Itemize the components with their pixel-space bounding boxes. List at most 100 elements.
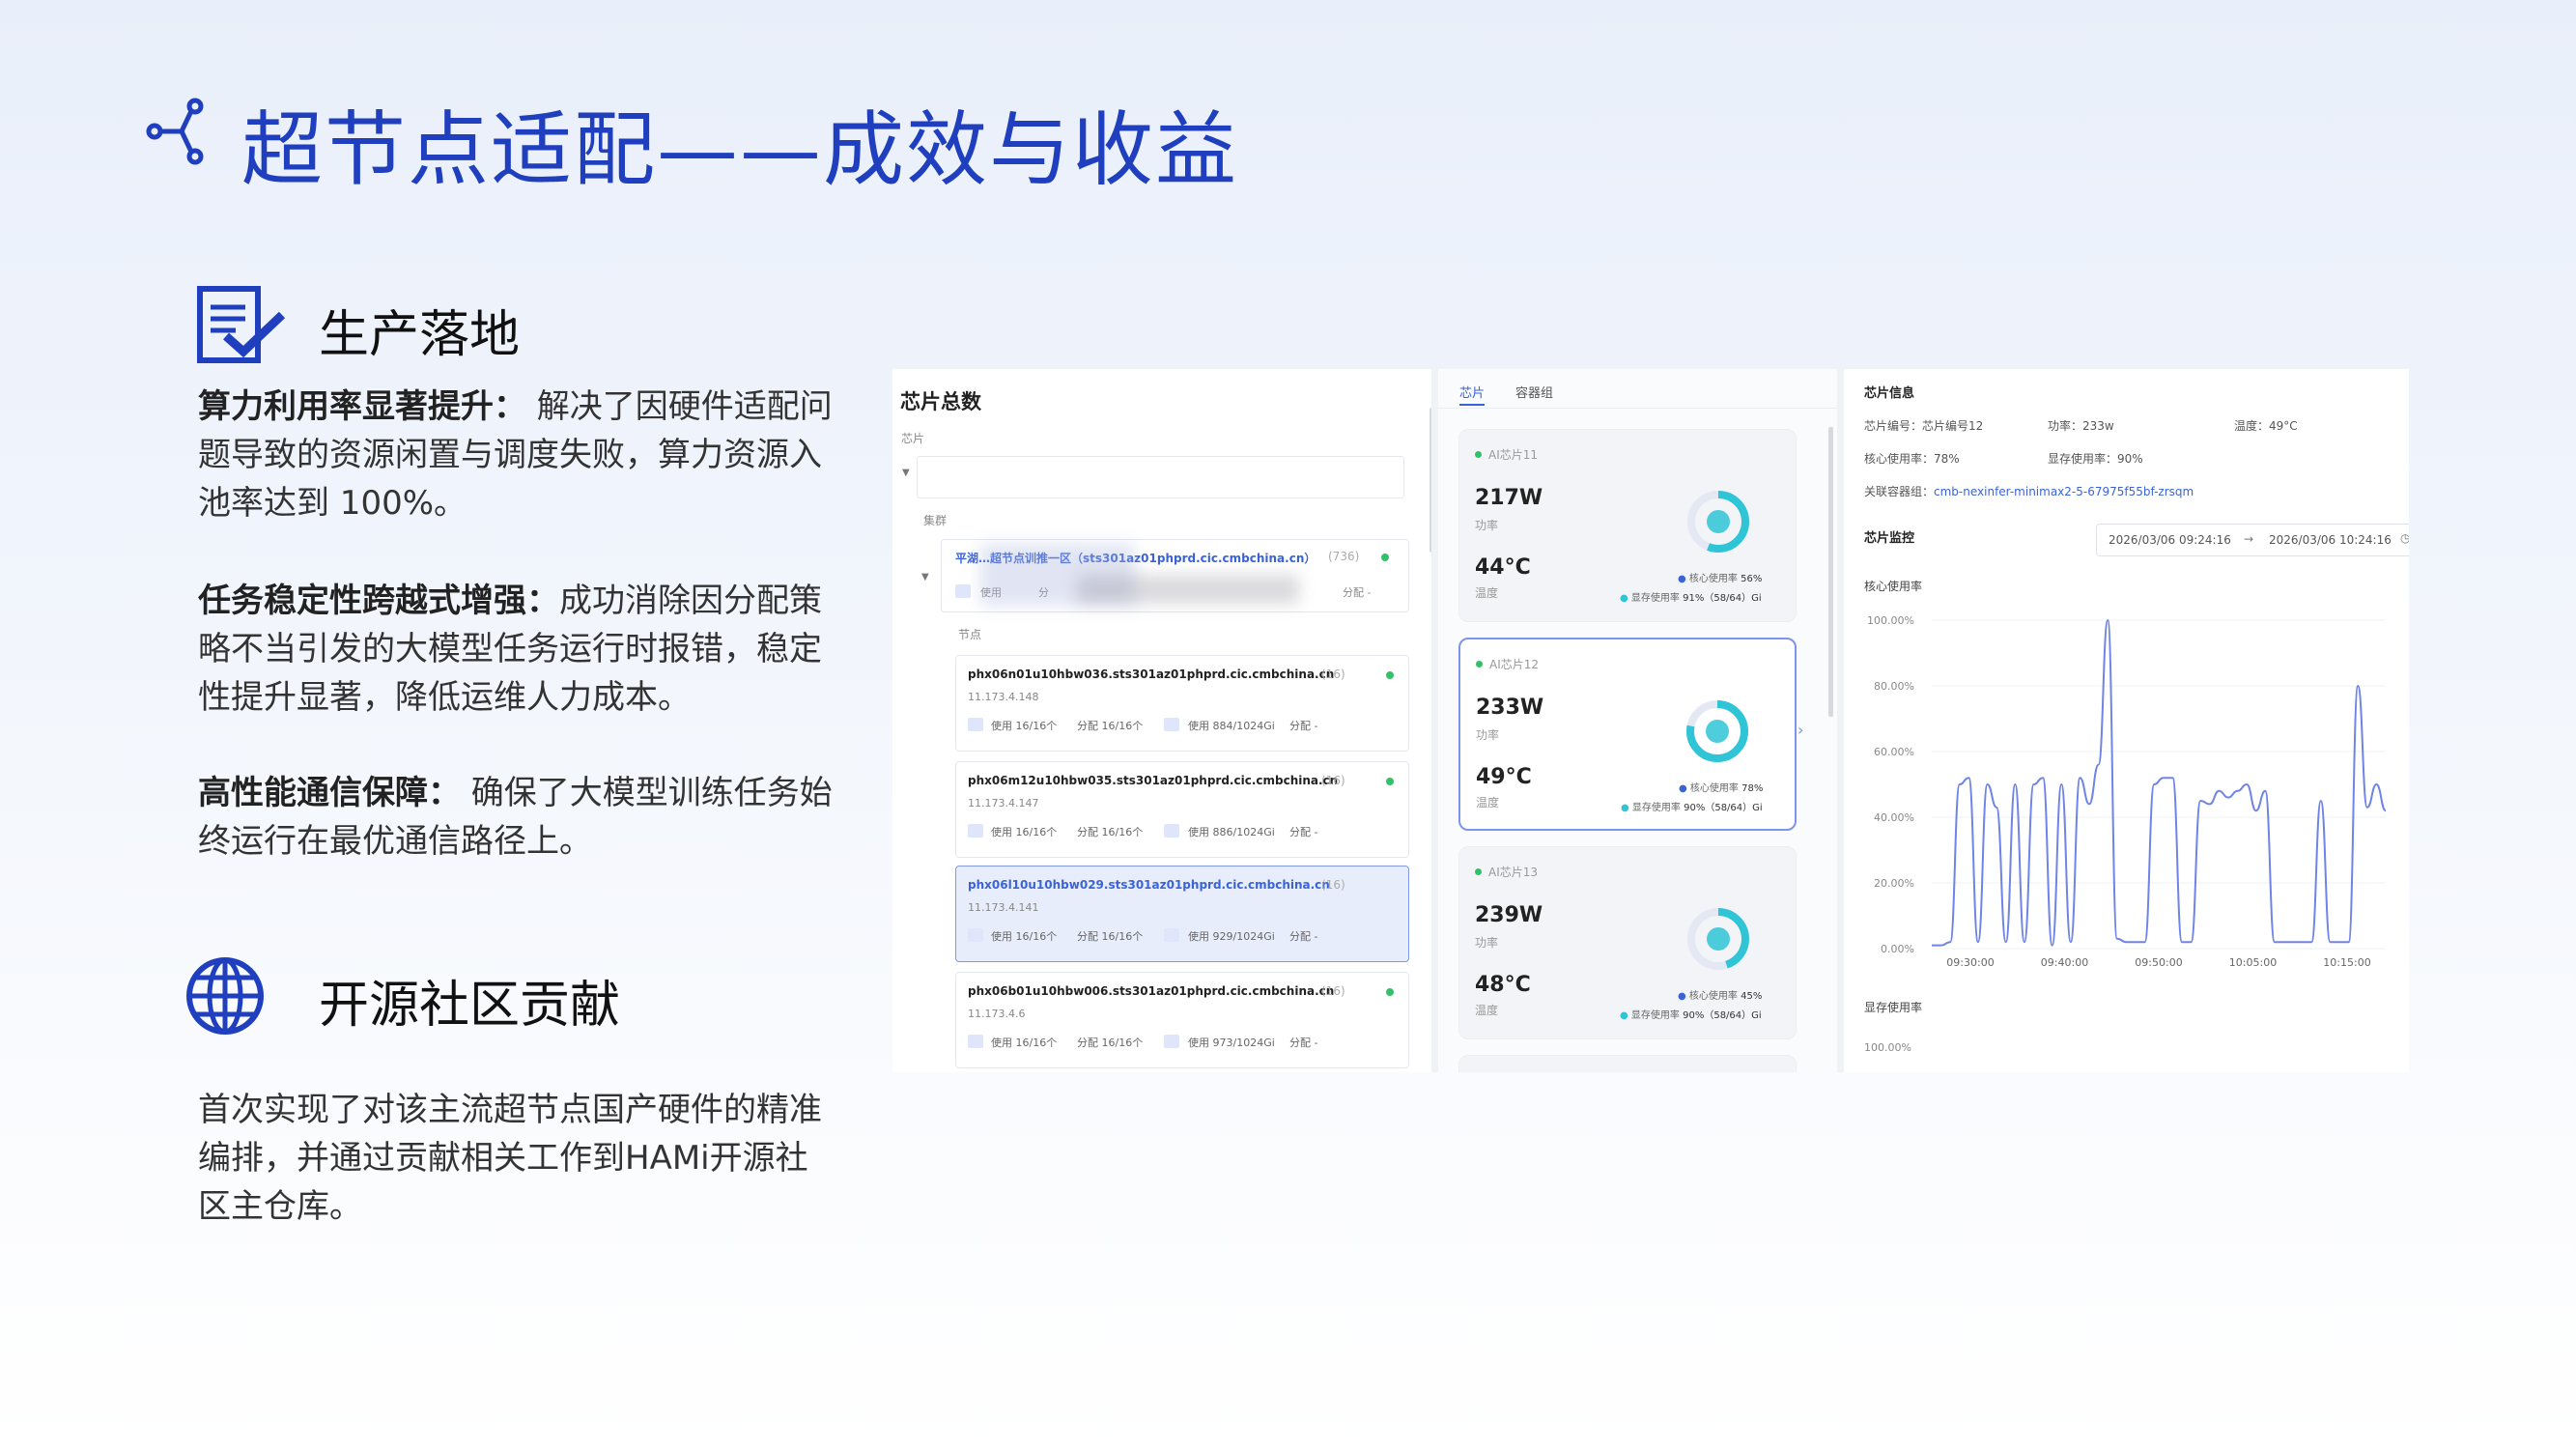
chip-card[interactable] — [1458, 1055, 1797, 1072]
chip-tree-panel: 芯片总数 芯片 ▼ 集群 平湖…超节点训推一区（sts301az01phprd.… — [892, 369, 1433, 1072]
chip-card-selected[interactable]: AI芯片12 233W 功率 49°C 温度 ● 核心使用率 78% ● 显存使… — [1458, 638, 1797, 831]
node-name: phx06m12u10hbw035.sts301az01phprd.cic.cm… — [968, 774, 1339, 787]
chip-temp: 48°C — [1475, 973, 1531, 997]
x-tick-label: 10:15:00 — [2323, 956, 2370, 969]
tab-chips[interactable]: 芯片 — [1459, 383, 1485, 401]
chip-power-info: 功率：233w — [2048, 419, 2114, 433]
chip-temp-info: 温度：49°C — [2234, 419, 2298, 433]
caret-down-icon[interactable]: ▼ — [921, 572, 929, 582]
node-card-selected[interactable]: phx06l10u10hbw029.sts301az01phprd.cic.cm… — [955, 866, 1409, 962]
core-usage-label: ● 核心使用率 78% — [1679, 783, 1764, 794]
status-dot — [1386, 778, 1394, 785]
x-tick-label: 10:05:00 — [2229, 956, 2277, 969]
status-dot — [1476, 661, 1483, 668]
cluster-label: 集群 — [923, 514, 948, 527]
chip-power: 233W — [1476, 696, 1544, 720]
chip-temp: 49°C — [1476, 765, 1532, 789]
blurred-region — [1077, 575, 1299, 604]
mem-usage-label: ● 显存使用率 91%（58/64）Gi — [1620, 593, 1762, 604]
node-ip: 11.173.4.6 — [968, 1008, 1026, 1020]
time-range-picker[interactable]: 2026/03/06 09:24:16 → 2026/03/06 10:24:1… — [2096, 524, 2409, 556]
chip-tag-icon — [955, 584, 971, 598]
node-count: (16) — [1321, 984, 1345, 998]
node-use: 使用 16/16个 — [991, 720, 1058, 732]
chart-title: 核心使用率 — [1864, 580, 1923, 593]
dashboard-screenshot: 芯片总数 芯片 ▼ 集群 平湖…超节点训推一区（sts301az01phprd.… — [892, 369, 2409, 1072]
node-label: 节点 — [958, 628, 982, 641]
node-use: 使用 16/16个 — [991, 826, 1058, 838]
node-mem-alloc: 分配 - — [1289, 826, 1318, 838]
mem-usage-label: ● 显存使用率 90%（58/64）Gi — [1621, 803, 1763, 813]
node-card[interactable]: phx06m12u10hbw035.sts301az01phprd.cic.cm… — [955, 761, 1409, 858]
chip-tag-icon — [968, 718, 983, 731]
node-ip: 11.173.4.141 — [968, 901, 1039, 914]
x-tick-label: 09:50:00 — [2135, 956, 2182, 969]
chevron-right-icon: › — [1798, 721, 1804, 739]
share-network-icon — [146, 98, 204, 165]
open-source-text: 首次实现了对该主流超节点国产硬件的精准编排，并通过贡献相关工作到HAMi开源社区… — [198, 1091, 822, 1226]
series-line — [1931, 618, 2387, 947]
chip-power-label: 功率 — [1475, 936, 1499, 950]
chip-number: 芯片编号：芯片编号12 — [1864, 419, 1984, 433]
y-tick-label: 20.00% — [1874, 877, 1914, 890]
benefit-communication: 高性能通信保障： 确保了大模型训练任务始终运行在最优通信路径上。 — [198, 769, 835, 866]
core-usage-ring — [1687, 491, 1749, 553]
x-tick-label: 09:30:00 — [1946, 956, 1994, 969]
benefit-compute-utilization: 算力利用率显著提升： 解决了因硬件适配问题导致的资源闲置与调度失败，算力资源入池… — [198, 383, 835, 527]
mem-usage-label: ● 显存使用率 90%（58/64）Gi — [1620, 1010, 1762, 1021]
tab-divider — [1438, 408, 1837, 409]
node-mem: 使用 884/1024Gi — [1188, 720, 1275, 732]
node-card[interactable]: phx06b01u10hbw006.sts301az01phprd.cic.cm… — [955, 972, 1409, 1068]
caret-down-icon[interactable]: ▼ — [902, 468, 910, 478]
container-info: 关联容器组：cmb-nexinfer-minimax2-5-67975f55bf… — [1864, 485, 2194, 498]
status-dot — [1475, 868, 1482, 875]
y-tick-label: 80.00% — [1874, 680, 1914, 693]
chip-name: AI芯片12 — [1489, 658, 1540, 671]
clock-icon: ◷ — [2400, 531, 2409, 545]
chip-search-input[interactable] — [917, 456, 1404, 498]
chip-temp-label: 温度 — [1475, 586, 1499, 600]
y-tick-label: 40.00% — [1874, 811, 1914, 824]
tab-pods[interactable]: 容器组 — [1515, 383, 1553, 401]
chip-power-label: 功率 — [1475, 519, 1499, 532]
chip-card[interactable]: AI芯片13 239W 功率 48°C 温度 ● 核心使用率 45% ● 显存使… — [1458, 846, 1797, 1039]
memory-tag-icon — [1164, 718, 1179, 731]
chip-name: AI芯片11 — [1488, 448, 1539, 462]
node-ip: 11.173.4.147 — [968, 797, 1039, 810]
benefit-label: 任务稳定性跨越式增强： — [198, 582, 559, 620]
cluster-count: (736) — [1328, 550, 1360, 563]
chip-tag-icon — [968, 1035, 983, 1048]
node-mem-alloc: 分配 - — [1289, 930, 1318, 943]
node-use: 使用 16/16个 — [991, 1037, 1058, 1049]
node-count: (16) — [1321, 668, 1345, 681]
chip-tag-icon — [968, 824, 983, 838]
core-usage-info: 核心使用率：78% — [1864, 452, 1960, 466]
node-card[interactable]: phx06n01u10hbw036.sts301az01phprd.cic.cm… — [955, 655, 1409, 752]
memory-tag-icon — [1164, 1035, 1179, 1048]
node-mem-alloc: 分配 - — [1289, 720, 1318, 732]
container-link[interactable]: cmb-nexinfer-minimax2-5-67975f55bf-zrsqm — [1934, 485, 2194, 498]
node-alloc: 分配 16/16个 — [1077, 720, 1144, 732]
range-start: 2026/03/06 09:24:16 — [2109, 533, 2231, 547]
panel-title: 芯片总数 — [900, 390, 981, 413]
node-alloc: 分配 16/16个 — [1077, 826, 1144, 838]
core-usage-chart: 0.00% 20.00% 40.00% 60.00% 80.00% 100.00% 09:3… — [1867, 614, 2387, 969]
scrollbar[interactable] — [1828, 427, 1833, 717]
core-usage-ring — [1686, 700, 1748, 762]
chip-power: 239W — [1475, 903, 1543, 927]
section-heading-open-source: 开源社区贡献 — [319, 977, 621, 1035]
node-mem: 使用 929/1024Gi — [1188, 930, 1275, 943]
chip-card[interactable]: AI芯片11 217W 功率 44°C 温度 ● 核心使用率 56% ● 显存使… — [1458, 429, 1797, 622]
range-separator: → — [2244, 532, 2254, 546]
node-alloc: 分配 16/16个 — [1077, 1037, 1144, 1049]
node-use: 使用 16/16个 — [991, 930, 1058, 943]
status-dot — [1386, 671, 1394, 679]
node-mem-alloc: 分配 - — [1289, 1037, 1318, 1049]
memory-tag-icon — [1164, 928, 1179, 942]
x-tick-label: 09:40:00 — [2041, 956, 2088, 969]
status-dot — [1386, 988, 1394, 996]
cluster-card[interactable]: 平湖…超节点训推一区（sts301az01phprd.cic.cmbchina.… — [941, 539, 1409, 612]
y-tick-label: 100.00% — [1867, 614, 1914, 627]
section-heading-production: 生产落地 — [319, 306, 521, 364]
mem-usage-info: 显存使用率：90% — [2048, 452, 2143, 466]
